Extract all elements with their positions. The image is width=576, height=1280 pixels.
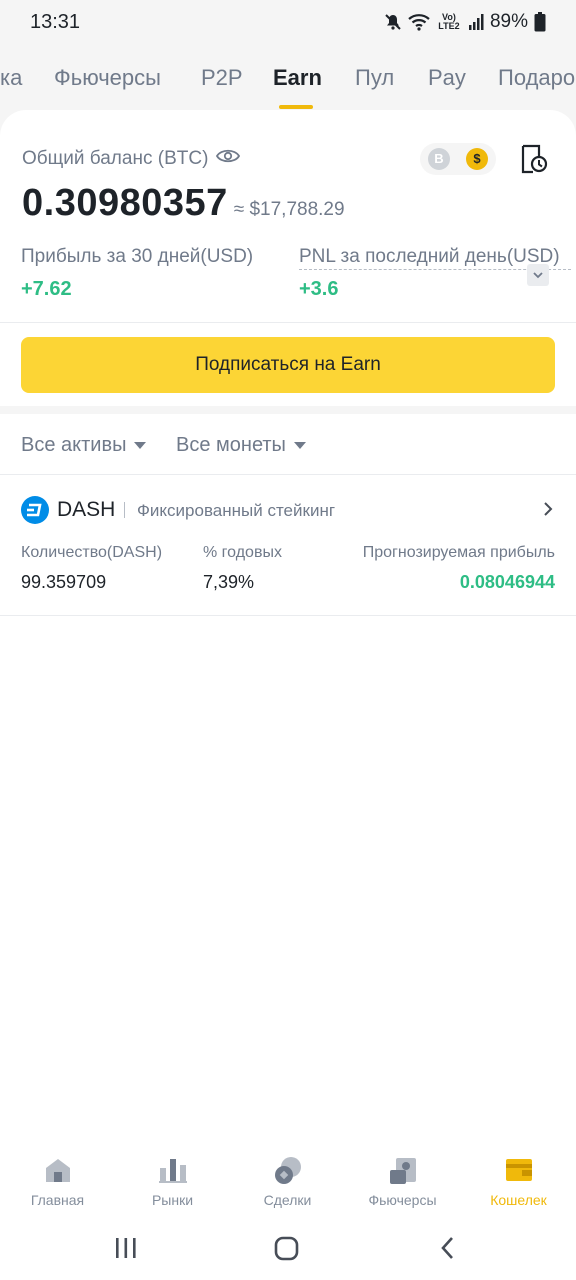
tab-partial[interactable]: ка [0,58,22,108]
tab-gift[interactable]: Подаро [498,58,575,108]
separator [124,502,125,518]
recent-apps-icon[interactable] [114,1234,138,1267]
projected-profit-label: Прогнозируемая прибыль [362,544,555,561]
filter-all-assets-label: Все активы [21,434,127,456]
filter-all-assets[interactable]: Все активы [21,434,147,457]
futures-icon [345,1156,460,1186]
balance-btc-value: 0.30980357 [22,182,228,224]
active-tab-indicator [279,105,313,109]
balance-usd-value: ≈ $17,788.29 [233,199,345,220]
chevron-down-icon[interactable] [527,264,549,286]
eye-icon[interactable] [216,148,241,170]
home-button-icon[interactable] [273,1234,301,1267]
nav-futures-label: Фьючерсы [368,1192,437,1208]
tab-pool[interactable]: Пул [355,58,394,108]
trades-icon [230,1156,345,1186]
home-icon [0,1156,115,1186]
markets-icon [115,1156,230,1186]
status-icons: Vo) LTE2 89% [384,11,546,33]
tab-earn[interactable]: Earn [273,58,322,108]
mute-icon [384,13,402,31]
asset-product-type: Фиксированный стейкинг [137,501,336,520]
projected-profit-value: 0.08046944 [459,572,555,592]
profit-30d-label: Прибыль за 30 дней(USD) [21,246,254,267]
back-icon[interactable] [438,1234,458,1267]
battery-percent: 89% [489,11,528,32]
caret-down-icon [293,442,306,449]
balance-label: Общий баланс (BTC) [22,148,241,170]
tab-p2p[interactable]: P2P [201,58,243,108]
caret-down-icon [134,442,147,449]
asset-name: DASH [57,498,116,521]
section-divider [0,406,576,414]
tab-futures[interactable]: Фьючерсы [54,58,161,108]
apr-label: % годовых [203,544,282,561]
divider [0,322,576,323]
nav-home-label: Главная [30,1192,85,1208]
battery-icon [534,12,546,32]
nav-markets-label: Рынки [151,1192,194,1208]
chevron-right-icon[interactable] [543,502,553,521]
tab-pay[interactable]: Pay [428,58,466,108]
apr-value: 7,39% [203,572,255,592]
signal-icon [468,13,484,31]
dash-coin-icon [21,496,49,524]
nav-trades-label: Сделки [263,1192,312,1208]
filter-all-coins[interactable]: Все монеты [176,434,306,457]
nav-markets[interactable]: Рынки [115,1156,230,1208]
total-balance: 0.30980357 ≈ $17,788.29 [22,182,345,225]
profit-30d-value: +7.62 [21,278,72,300]
usd-coin-icon[interactable]: $ [466,148,488,170]
nav-wallet-label: Кошелек [490,1192,547,1208]
status-time: 13:31 [30,10,81,33]
quantity-label: Количество(DASH) [21,544,163,561]
btc-coin-icon[interactable]: B [428,148,450,170]
quantity-value: 99.359709 [21,572,107,592]
balance-label-text: Общий баланс (BTC) [22,148,209,169]
wifi-icon [408,13,430,31]
nav-home[interactable]: Главная [0,1156,115,1208]
history-icon[interactable] [520,144,548,179]
subscribe-earn-button[interactable]: Подписаться на Earn [21,337,555,393]
nav-wallet[interactable]: Кошелек [461,1156,576,1208]
wallet-icon [461,1156,576,1186]
network-type: Vo) LTE2 [438,12,460,31]
profit-30d: Прибыль за 30 дней(USD) +7.62 [21,246,253,301]
nav-trades[interactable]: Сделки [230,1156,345,1208]
nav-futures[interactable]: Фьючерсы [345,1156,460,1208]
status-bar: 13:31 Vo) LTE2 89% [0,0,576,44]
earn-tabs: ка Фьючерсы P2P Earn Пул Pay Подаро [0,58,576,108]
filter-all-coins-label: Все монеты [176,434,286,456]
